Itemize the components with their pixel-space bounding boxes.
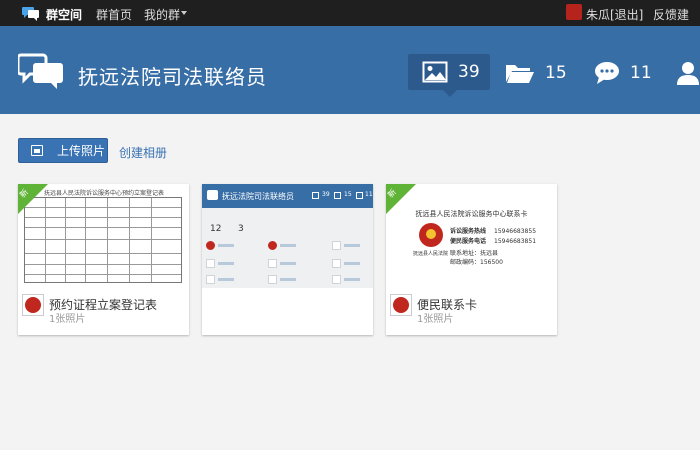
chevron-down-icon[interactable] (181, 11, 187, 15)
comments-count: 11 (630, 63, 652, 83)
photos-count: 39 (458, 62, 480, 82)
top-nav-bar: 群空间 群首页 我的群 朱瓜 [退出] 反馈建议 (0, 0, 700, 39)
brand-name[interactable]: 群空间 (46, 6, 82, 23)
folder-icon (506, 65, 534, 83)
folders-stat-tab[interactable]: 15 (505, 56, 567, 90)
mini-header-image: 抚远法院司法联络员 39 15 11 (202, 184, 373, 208)
image-icon (422, 61, 448, 83)
create-album-link[interactable]: 创建相册 (119, 144, 167, 161)
folders-count: 15 (545, 63, 567, 83)
nav-group-home[interactable]: 群首页 (96, 6, 132, 23)
album-photo-count: 1张照片 (417, 314, 454, 325)
court-name: 抚远县人民法院 (413, 251, 449, 257)
photos-stat-tab[interactable]: 39 (408, 54, 490, 97)
album-card[interactable]: 抚远县人民法院诉讼服务中心联系卡 抚远县人民法院 诉讼服务热线 159466838… (386, 184, 557, 335)
comments-stat-tab[interactable]: 11 (594, 56, 652, 90)
upload-photos-button[interactable]: 上传照片 (18, 138, 108, 163)
album-card[interactable]: 抚远县人民法院诉讼服务中心预约立案登记表 新 预约证程立案登记表 1张照片 (18, 184, 189, 335)
album-avatar (22, 294, 44, 316)
active-tab-pointer (443, 90, 457, 97)
contact-line-3: 联系地址：抚远县 (450, 250, 499, 257)
nav-my-groups[interactable]: 我的群 (144, 6, 180, 23)
court-emblem-icon (419, 223, 443, 247)
upload-photos-label: 上传照片 (57, 144, 106, 158)
doc-title: 抚远县人民法院诉讼服务中心预约立案登记表 (44, 190, 165, 197)
album-avatar (390, 294, 412, 316)
image-icon (312, 192, 319, 199)
user-icon (677, 62, 699, 85)
mini-count: 11 (365, 191, 373, 198)
mini-stat-1: 12 (210, 224, 222, 234)
chat-bubbles-logo-icon[interactable] (22, 5, 40, 21)
mini-count: 39 (322, 191, 330, 198)
mini-stat-2: 3 (238, 224, 244, 234)
chat-bubbles-group-icon (18, 53, 63, 89)
mini-app-title: 抚远法院司法联络员 (222, 192, 294, 201)
logout-link[interactable]: [退出] (610, 6, 643, 23)
chat-bubbles-logo-icon (207, 190, 218, 200)
user-avatar[interactable] (566, 4, 582, 20)
upload-image-icon (31, 145, 43, 156)
contact-line-4: 邮政编码：156500 (450, 259, 503, 266)
mini-body-image: 12 3 (202, 208, 373, 288)
comment-icon (595, 62, 619, 84)
folder-icon (334, 192, 341, 199)
album-photo-count: 1张照片 (49, 314, 86, 325)
album-cover[interactable]: 抚远法院司法联络员 39 15 11 12 3 (202, 184, 373, 288)
album-cover[interactable]: 抚远县人民法院诉讼服务中心预约立案登记表 新 (18, 184, 189, 288)
members-stat-tab[interactable] (676, 56, 700, 90)
contact-line-2: 便民服务电话 15946683851 (450, 238, 537, 245)
group-title: 抚远法院司法联络员 (78, 65, 267, 89)
comment-icon (356, 192, 363, 199)
album-cover[interactable]: 抚远县人民法院诉讼服务中心联系卡 抚远县人民法院 诉讼服务热线 159466838… (386, 184, 557, 288)
user-name[interactable]: 朱瓜 (586, 6, 610, 23)
group-header: 抚远法院司法联络员 39 15 11 (0, 26, 700, 114)
mini-count: 15 (344, 191, 352, 198)
contact-line-1: 诉讼服务热线 15946683855 (450, 228, 537, 235)
album-card[interactable]: 抚远法院司法联络员 39 15 11 12 3 (202, 184, 373, 335)
